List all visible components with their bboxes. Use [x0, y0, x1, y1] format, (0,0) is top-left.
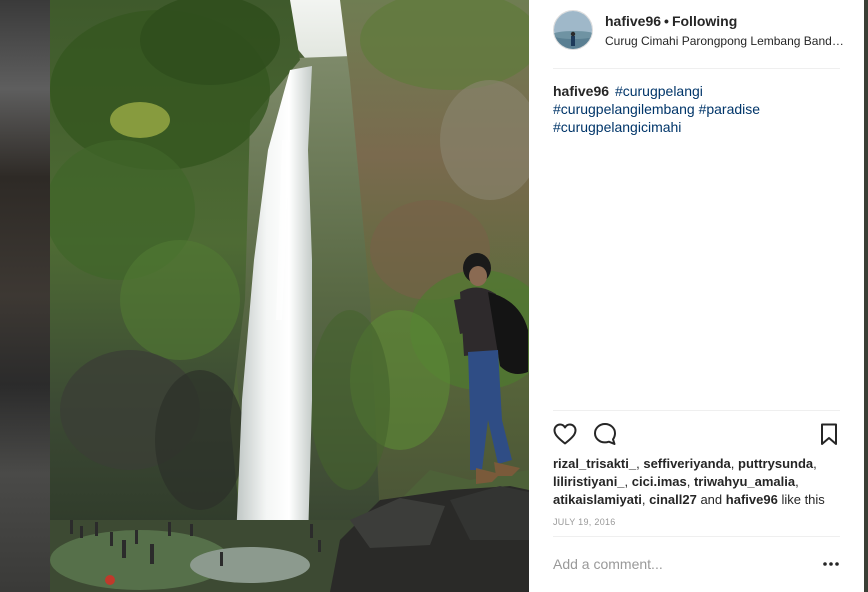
post-date[interactable]: JULY 19, 2016 — [553, 517, 616, 527]
caption-author-link[interactable]: hafive96 — [553, 83, 609, 99]
separator-dot: • — [664, 13, 669, 29]
actions-divider — [553, 410, 840, 411]
heart-icon[interactable] — [551, 420, 579, 448]
likes-suffix: like this — [781, 492, 825, 507]
header-divider — [553, 68, 840, 69]
post-header: hafive96 • Following Curug Cimahi Parongpo… — [529, 0, 864, 68]
bookmark-icon[interactable] — [815, 420, 843, 448]
backdrop-left — [0, 0, 50, 592]
avatar[interactable] — [553, 10, 593, 50]
post-photo[interactable] — [50, 0, 529, 592]
liker-link[interactable]: seffiveriyanda — [643, 456, 730, 471]
waterfall-photo — [50, 0, 529, 592]
username-link[interactable]: hafive96 — [605, 13, 661, 29]
avatar-image — [554, 11, 592, 49]
footer-divider — [553, 536, 840, 537]
liker-link[interactable]: triwahyu_amalia — [694, 474, 795, 489]
and-word: and — [700, 492, 723, 507]
hashtag-link[interactable]: #curugpelangilembang — [553, 101, 695, 117]
more-options-icon[interactable] — [821, 556, 841, 572]
hashtag-link[interactable]: #paradise — [699, 101, 761, 117]
likes-list: rizal_trisakti_, seffiveriyanda, puttrys… — [553, 456, 825, 507]
liker-link[interactable]: hafive96 — [726, 492, 778, 507]
liker-link[interactable]: cinall27 — [649, 492, 697, 507]
hashtag-link[interactable]: #curugpelangi — [615, 83, 703, 99]
liker-link[interactable]: cici.imas — [632, 474, 687, 489]
liker-link[interactable]: puttrysunda — [738, 456, 813, 471]
liker-link[interactable]: rizal_trisakti_ — [553, 456, 636, 471]
liker-link[interactable]: atikaislamiyati — [553, 492, 642, 507]
location-link[interactable]: Curug Cimahi Parongpong Lembang Bandung — [605, 34, 845, 48]
post-details-panel: hafive96 • Following Curug Cimahi Parongpo… — [529, 0, 864, 592]
follow-status-button[interactable]: Following — [672, 13, 737, 29]
user-line: hafive96 • Following — [605, 13, 737, 29]
hashtag-link[interactable]: #curugpelangicimahi — [553, 119, 681, 135]
comment-input[interactable] — [553, 552, 803, 576]
post-caption: hafive96 #curugpelangi #curugpelangilemb… — [553, 82, 843, 136]
backdrop-right — [864, 0, 868, 592]
liker-link[interactable]: liliristiyani_ — [553, 474, 625, 489]
speech-bubble-icon[interactable] — [591, 420, 619, 448]
